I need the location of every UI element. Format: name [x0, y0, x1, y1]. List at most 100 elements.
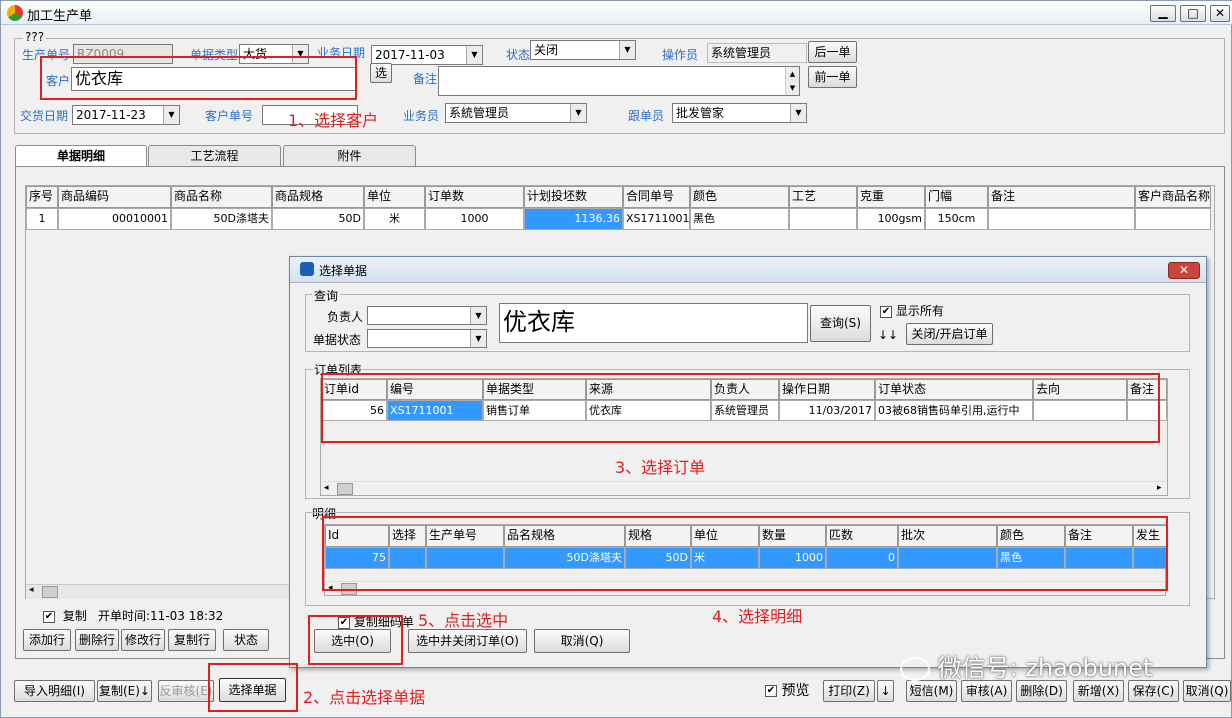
tab-attachments[interactable]: 附件: [283, 145, 416, 167]
column-header[interactable]: 备注: [988, 186, 1135, 208]
operator-label: 操作员: [662, 48, 699, 62]
remark-label: 备注: [413, 72, 438, 86]
column-header[interactable]: 克重: [857, 186, 925, 208]
remark-field[interactable]: ▲ ▼: [438, 66, 800, 96]
column-header[interactable]: 单位: [364, 186, 425, 208]
annotation-box-select-doc: [208, 663, 298, 712]
window-title: 加工生产单: [27, 9, 93, 24]
wechat-icon: [900, 657, 930, 681]
minimize-button[interactable]: ▁: [1150, 5, 1176, 22]
table-cell[interactable]: 100gsm: [857, 208, 925, 230]
biz-date-field[interactable]: 2017-11-03 ▼: [371, 45, 483, 65]
chevron-down-icon: ▼: [470, 307, 486, 324]
search-input[interactable]: 优衣库: [499, 303, 808, 343]
column-header[interactable]: 订单数: [425, 186, 524, 208]
table-cell[interactable]: XS1711001: [623, 208, 690, 230]
status-select[interactable]: 关闭 ▼: [530, 40, 636, 60]
cancel-button[interactable]: 取消(Q): [1183, 680, 1231, 702]
state-button[interactable]: 状态: [223, 629, 269, 651]
chevron-down-icon: ▼: [790, 104, 806, 122]
salesman-select[interactable]: 系統管理员 ▼: [445, 103, 587, 123]
annotation-box-select: [308, 615, 403, 665]
select-customer-button[interactable]: 选: [370, 63, 392, 83]
table-cell[interactable]: 1000: [425, 208, 524, 230]
print-arrow-button[interactable]: ↓: [877, 680, 894, 702]
print-button[interactable]: 打印(Z): [823, 680, 875, 702]
table-cell[interactable]: 米: [364, 208, 425, 230]
column-header[interactable]: 客户商品名称: [1135, 186, 1211, 208]
add-button[interactable]: 新增(X): [1073, 680, 1124, 702]
chevron-left-icon[interactable]: ◂: [29, 585, 34, 595]
sms-button[interactable]: 短信(M): [906, 680, 957, 702]
copy-row-button[interactable]: 复制行: [168, 629, 216, 651]
close-open-order-button[interactable]: 关闭/开启订单: [906, 323, 993, 345]
add-row-button[interactable]: 添加行: [23, 629, 71, 651]
table-cell[interactable]: [988, 208, 1135, 230]
import-details-button[interactable]: 导入明细(I): [14, 680, 95, 702]
sort-arrows[interactable]: ↓↓: [878, 328, 898, 342]
annotation-box-customer: [40, 56, 357, 100]
scroll-thumb[interactable]: [337, 483, 353, 495]
order-horizontal-scrollbar[interactable]: ◂ ▸: [321, 481, 1167, 496]
edit-row-button[interactable]: 修改行: [121, 629, 165, 651]
chevron-down-icon: ▼: [163, 106, 179, 124]
table-cell[interactable]: 1136.36: [524, 208, 623, 230]
horizontal-scrollbar[interactable]: ◂: [26, 584, 296, 599]
owner-select[interactable]: ▼: [367, 306, 487, 325]
column-header[interactable]: 商品名称: [171, 186, 272, 208]
table-cell[interactable]: 00010001: [58, 208, 171, 230]
audit-button[interactable]: 审核(A): [961, 680, 1012, 702]
group-title: ???: [23, 30, 47, 44]
close-button[interactable]: ✕: [1210, 5, 1230, 22]
select-close-order-button[interactable]: 选中并关闭订单(O): [408, 629, 527, 653]
doc-state-select[interactable]: ▼: [367, 329, 487, 348]
copy-button[interactable]: 复制(E)↓: [97, 680, 152, 702]
prev-doc-button[interactable]: 前一单: [808, 66, 857, 88]
column-header[interactable]: 计划投坯数: [524, 186, 623, 208]
maximize-button[interactable]: □: [1180, 5, 1206, 22]
column-header[interactable]: 工艺: [789, 186, 857, 208]
delete-row-button[interactable]: 删除行: [75, 629, 119, 651]
column-header[interactable]: 商品编码: [58, 186, 171, 208]
save-button[interactable]: 保存(C): [1128, 680, 1179, 702]
title-bar: 加工生产单 ▁ □ ✕: [1, 1, 1232, 25]
delete-button[interactable]: 删除(D): [1016, 680, 1067, 702]
table-cell[interactable]: [789, 208, 857, 230]
annotation-step4: 4、选择明细: [712, 607, 803, 626]
query-group-label: 查询: [312, 287, 341, 304]
preview-checkbox[interactable]: ✔ 预览: [765, 680, 809, 700]
table-cell[interactable]: 1: [26, 208, 58, 230]
dialog-title: 选择单据: [319, 264, 368, 278]
column-header[interactable]: 合同单号: [623, 186, 690, 208]
table-cell[interactable]: 50D涤塔夫: [171, 208, 272, 230]
chevron-left-icon[interactable]: ◂: [324, 483, 329, 493]
dialog-cancel-button[interactable]: 取消(Q): [534, 629, 630, 653]
unaudit-button[interactable]: 反审核(E): [158, 680, 214, 702]
dialog-close-button[interactable]: ✕: [1168, 262, 1200, 279]
app-icon: [7, 5, 23, 21]
dialog-title-bar: 选择单据 ✕: [290, 257, 1206, 283]
tab-process[interactable]: 工艺流程: [148, 145, 281, 167]
cust-order-label: 客户单号: [205, 109, 254, 123]
next-doc-button[interactable]: 后一单: [808, 41, 857, 63]
table-cell[interactable]: 150cm: [925, 208, 988, 230]
table-cell[interactable]: [1135, 208, 1211, 230]
table-cell[interactable]: 黑色: [690, 208, 789, 230]
chevron-right-icon[interactable]: ▸: [1157, 483, 1162, 493]
column-header[interactable]: 门幅: [925, 186, 988, 208]
salesman-label: 业务员: [403, 109, 440, 123]
column-header[interactable]: 商品规格: [272, 186, 364, 208]
show-all-checkbox[interactable]: ✔ 显示所有: [880, 302, 944, 319]
delivery-date-field[interactable]: 2017-11-23 ▼: [72, 105, 180, 125]
scrollbar[interactable]: ▲ ▼: [785, 67, 799, 95]
copy-checkbox[interactable]: ✔ 复制: [43, 607, 87, 624]
column-header[interactable]: 颜色: [690, 186, 789, 208]
query-button[interactable]: 查询(S): [810, 305, 871, 342]
follower-select[interactable]: 批发管家 ▼: [672, 103, 807, 123]
tab-details[interactable]: 单据明细: [15, 145, 147, 168]
table-cell[interactable]: 50D: [272, 208, 364, 230]
scroll-thumb[interactable]: [42, 586, 58, 598]
chevron-down-icon: ▼: [619, 41, 635, 59]
column-header[interactable]: 序号: [26, 186, 58, 208]
delivery-date-label: 交货日期: [20, 109, 69, 123]
